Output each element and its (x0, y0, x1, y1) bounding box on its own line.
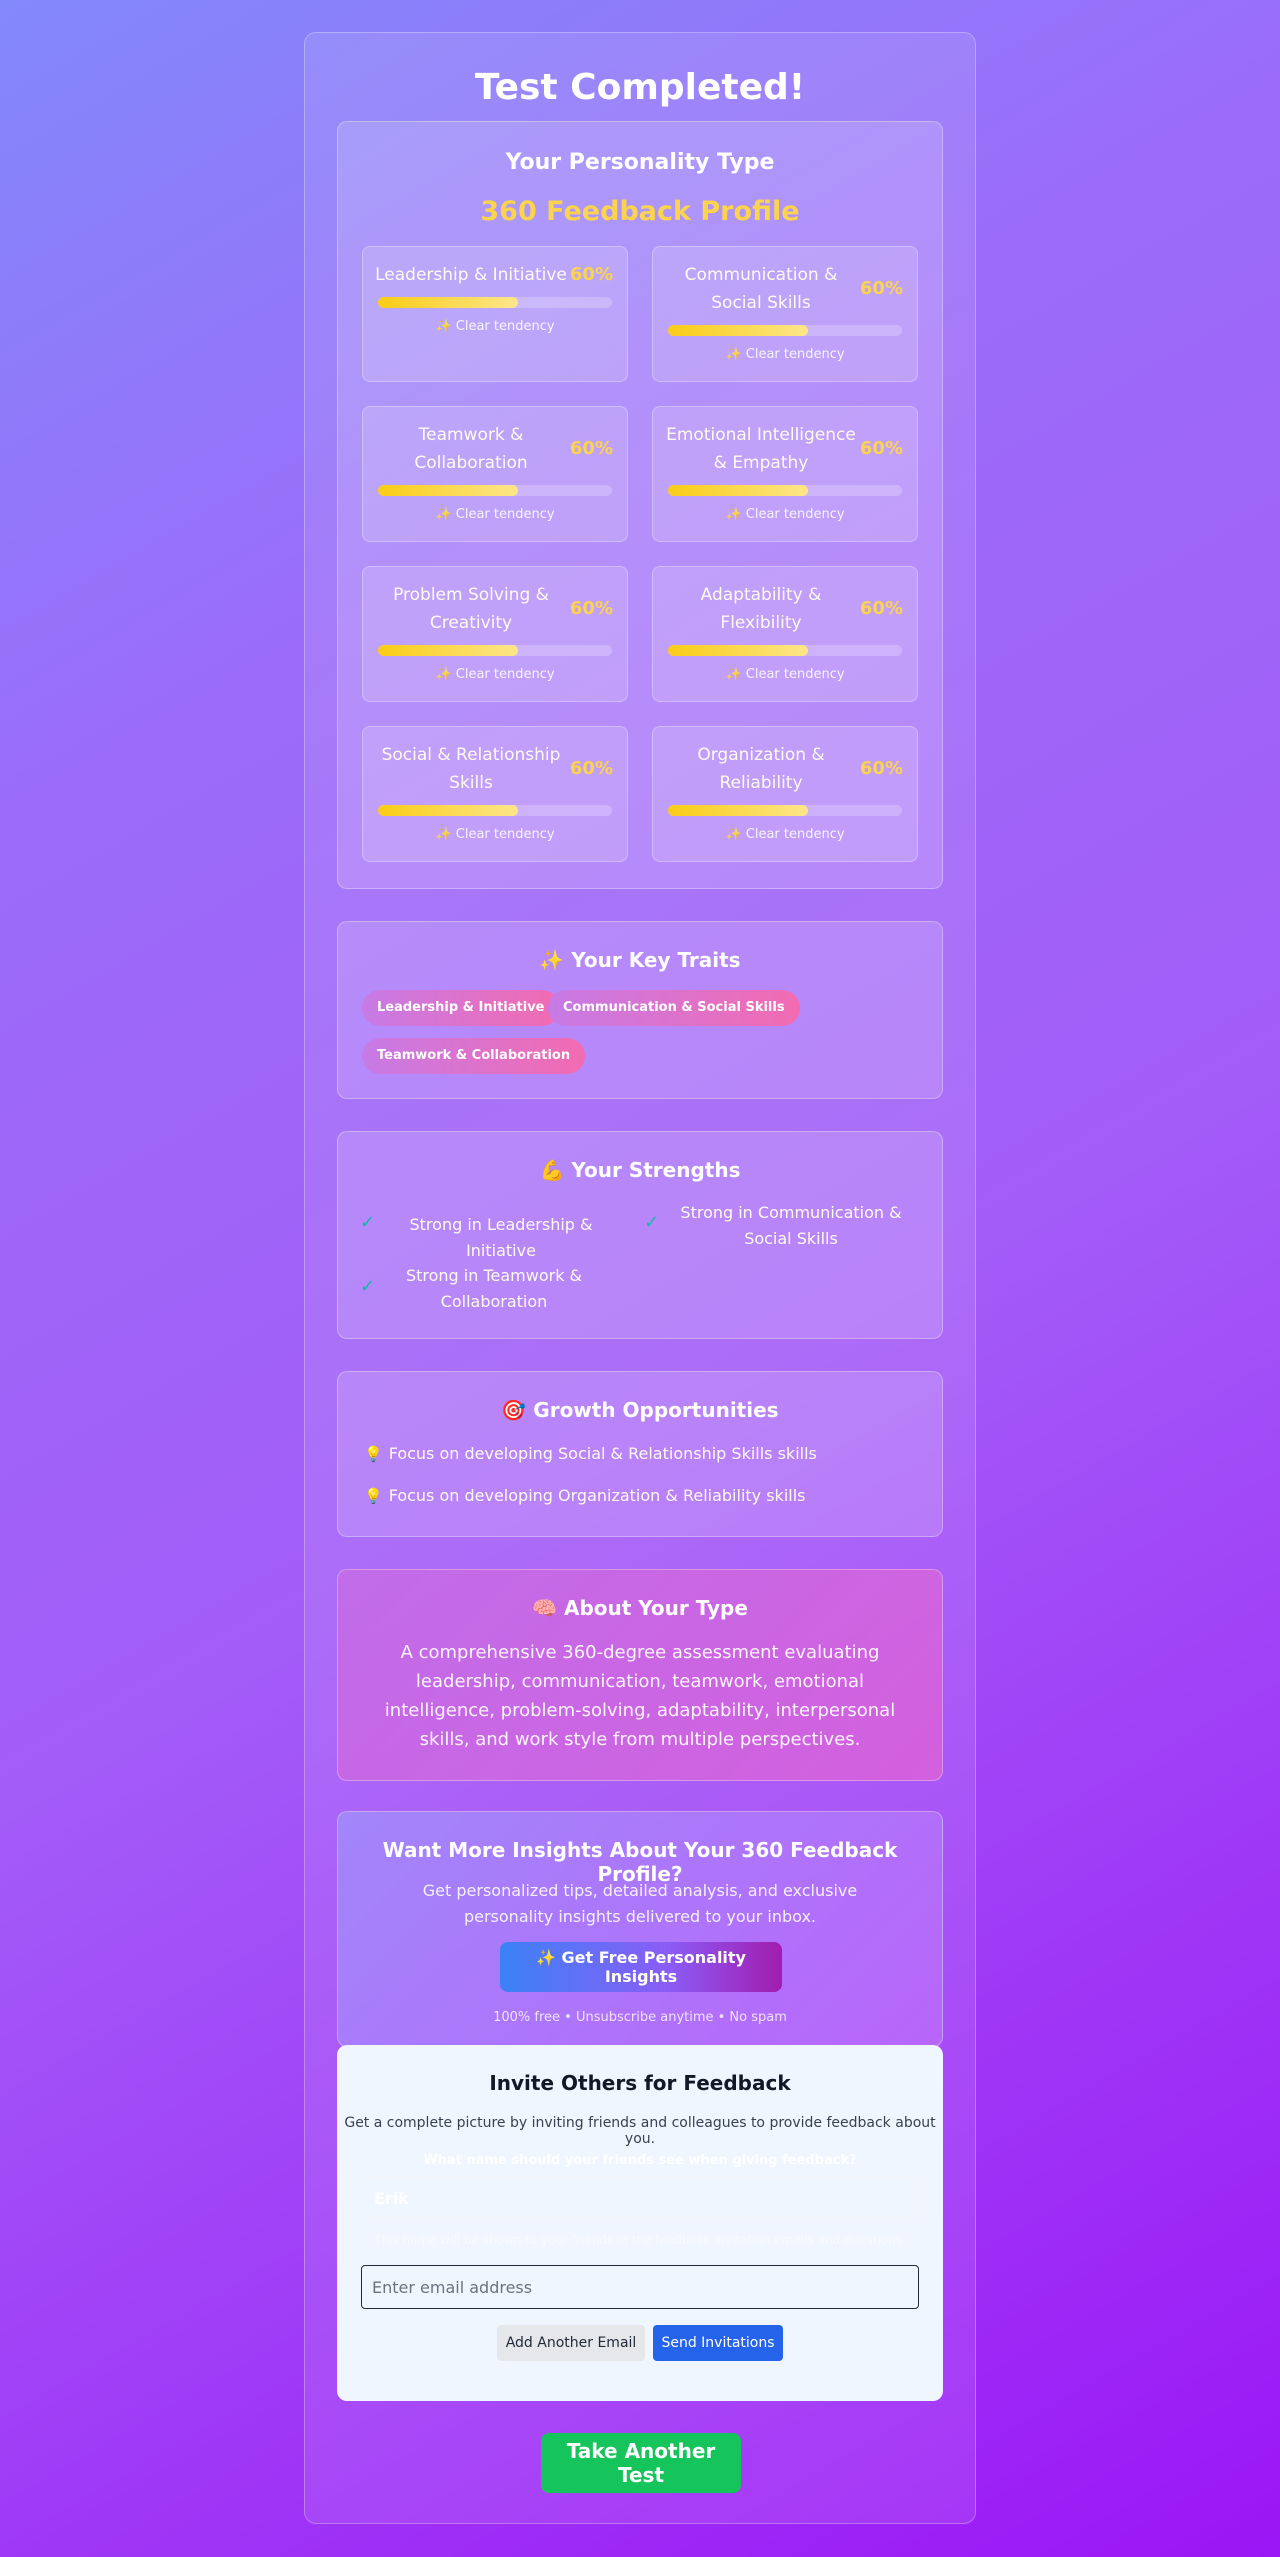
dimension-percent: 60% (859, 598, 903, 619)
dimension-name: Problem Solving & Creativity (393, 585, 549, 633)
dimension-tendency: ✨ Clear tendency (725, 667, 845, 682)
personality-type-card: Your Personality Type 360 Feedback Profi… (337, 121, 943, 889)
dimension-name: Teamwork & Collaboration (414, 425, 528, 473)
insights-subtext: Get personalized tips, detailed analysis… (422, 1881, 858, 1926)
growth-item: 💡 Focus on developing Organization & Reli… (364, 1486, 805, 1505)
growth-item-text: Focus on developing Organization & Relia… (388, 1486, 806, 1505)
dimension-card: Problem Solving & Creativity 60% ✨ Clear… (362, 566, 628, 702)
dimension-bar-fill (378, 645, 519, 656)
dimension-bar-fill (668, 485, 809, 496)
dimension-card: Adaptability & Flexibility 60% ✨ Clear t… (652, 566, 918, 702)
page-title: Test Completed! (474, 67, 806, 108)
results-container: Test Completed! Your Personality Type 36… (304, 32, 976, 2524)
check-icon: ✓ (644, 1212, 660, 1233)
growth-heading: 🎯 Growth Opportunities (501, 1398, 779, 1422)
dimension-bar (668, 645, 902, 656)
insights-note: 100% free • Unsubscribe anytime • No spa… (493, 2010, 787, 2025)
growth-card: 🎯 Growth Opportunities 💡 Focus on develop… (337, 1371, 943, 1537)
strength-item: Strong in Communication & Social Skills (680, 1203, 902, 1248)
dimension-bar (668, 325, 902, 336)
dimension-card: Organization & Reliability 60% ✨ Clear t… (652, 726, 918, 862)
about-type-card: 🧠 About Your Type A comprehensive 360-de… (337, 1569, 943, 1781)
dimension-bar (378, 645, 612, 656)
dimension-tendency: ✨ Clear tendency (435, 667, 555, 682)
dimension-card: Leadership & Initiative 60% ✨ Clear tend… (362, 246, 628, 382)
dimension-name: Adaptability & Flexibility (700, 585, 822, 633)
personality-heading: Your Personality Type (505, 150, 775, 175)
dimension-bar-fill (378, 297, 519, 308)
dimension-bar-fill (668, 645, 809, 656)
strengths-card: 💪 Your Strengths ✓ Strong in Leadership … (337, 1131, 943, 1339)
dimension-name: Leadership & Initiative (375, 265, 567, 285)
dimension-bar-fill (668, 805, 809, 816)
trait-pill: Teamwork & Collaboration (362, 1038, 586, 1074)
strength-item: Strong in Teamwork & Collaboration (405, 1266, 583, 1311)
dimension-tendency: ✨ Clear tendency (725, 827, 845, 842)
key-traits-card: ✨ Your Key Traits Leadership & Initiativ… (337, 921, 943, 1099)
dimension-tendency: ✨ Clear tendency (725, 347, 845, 362)
dimension-name: Social & Relationship Skills (381, 745, 561, 793)
dimension-name: Organization & Reliability (697, 745, 825, 793)
dimension-percent: 60% (569, 264, 613, 285)
dimension-card: Emotional Intelligence & Empathy 60% ✨ C… (652, 406, 918, 542)
dimension-percent: 60% (859, 758, 903, 779)
growth-item: 💡 Focus on developing Social & Relationsh… (364, 1444, 817, 1463)
dimension-bar-fill (668, 325, 809, 336)
dimension-bar-fill (378, 805, 519, 816)
personality-type-name: 360 Feedback Profile (480, 196, 800, 227)
dimension-tendency: ✨ Clear tendency (435, 507, 555, 522)
dimension-card: Communication & Social Skills 60% ✨ Clea… (652, 246, 918, 382)
dimension-bar (378, 805, 612, 816)
take-another-test-button[interactable]: Take Another Test (541, 2433, 741, 2493)
dimension-percent: 60% (569, 438, 613, 459)
dimension-card: Social & Relationship Skills 60% ✨ Clear… (362, 726, 628, 862)
dimension-tendency: ✨ Clear tendency (435, 319, 555, 334)
lightbulb-icon: 💡 (364, 1487, 383, 1505)
lightbulb-icon: 💡 (364, 1445, 383, 1463)
invite-subtext: Get a complete picture by inviting frien… (344, 2115, 936, 2147)
strength-item: Strong in Leadership & Initiative (409, 1215, 593, 1260)
email-field[interactable] (361, 2265, 919, 2309)
trait-pill: Communication & Social Skills (548, 990, 800, 1026)
dimension-bar-fill (378, 485, 519, 496)
check-icon: ✓ (360, 1276, 376, 1297)
send-invitations-button[interactable]: Send Invitations (653, 2325, 783, 2361)
get-insights-button[interactable]: ✨ Get Free Personality Insights (500, 1942, 782, 1992)
check-icon: ✓ (360, 1212, 376, 1233)
dimension-name: Communication & Social Skills (684, 265, 838, 313)
invite-card: Invite Others for Feedback Get a complet… (337, 2045, 943, 2401)
trait-pill: Leadership & Initiative (362, 990, 560, 1026)
dimension-tendency: ✨ Clear tendency (435, 827, 555, 842)
dimension-bar (668, 485, 902, 496)
dimension-bar (378, 297, 612, 308)
insights-card: Want More Insights About Your 360 Feedba… (337, 1811, 943, 2047)
dimension-percent: 60% (569, 758, 613, 779)
dimension-card: Teamwork & Collaboration 60% ✨ Clear ten… (362, 406, 628, 542)
display-name-input[interactable] (361, 2177, 919, 2219)
display-name-help: This name will be shown to your friends … (374, 2233, 906, 2247)
dimension-name: Emotional Intelligence & Empathy (666, 425, 856, 473)
invite-heading: Invite Others for Feedback (489, 2071, 791, 2095)
dimension-bar (668, 805, 902, 816)
dimension-percent: 60% (859, 278, 903, 299)
display-name-label: What name should your friends see when g… (423, 2153, 857, 2168)
dimension-percent: 60% (569, 598, 613, 619)
dimension-tendency: ✨ Clear tendency (725, 507, 845, 522)
key-traits-heading: ✨ Your Key Traits (539, 948, 741, 972)
about-text: A comprehensive 360-degree assessment ev… (384, 1642, 896, 1750)
about-heading: 🧠 About Your Type (532, 1596, 748, 1620)
growth-item-text: Focus on developing Social & Relationshi… (388, 1444, 817, 1463)
add-email-button[interactable]: Add Another Email (497, 2325, 645, 2361)
dimension-percent: 60% (859, 438, 903, 459)
strengths-heading: 💪 Your Strengths (539, 1158, 741, 1182)
dimension-bar (378, 485, 612, 496)
